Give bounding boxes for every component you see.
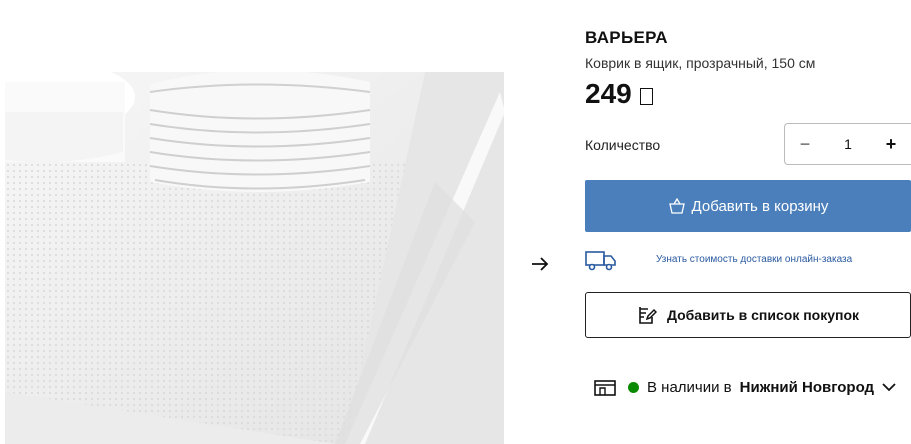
arrow-right-icon xyxy=(532,257,549,271)
stock-city: Нижний Новгород xyxy=(739,378,875,396)
quantity-label: Количество xyxy=(585,137,661,153)
next-image-arrow[interactable] xyxy=(528,252,552,276)
add-to-cart-label: Добавить в корзину xyxy=(691,197,829,215)
add-to-cart-button[interactable]: Добавить в корзину xyxy=(585,180,911,232)
product-image xyxy=(5,72,504,444)
product-price: 249 xyxy=(585,78,653,110)
quantity-stepper: − 1 + xyxy=(784,123,911,165)
add-to-list-label: Добавить в список покупок xyxy=(666,307,860,323)
quantity-increase-button[interactable]: + xyxy=(871,124,911,164)
quantity-decrease-button[interactable]: − xyxy=(785,124,825,164)
edit-list-icon xyxy=(639,307,657,324)
store-icon xyxy=(594,380,616,396)
stock-availability[interactable]: В наличии в Нижний Новгород xyxy=(594,378,896,396)
price-value: 249 xyxy=(585,78,632,109)
bag-icon xyxy=(668,198,685,214)
currency-icon xyxy=(639,87,653,105)
chevron-down-icon[interactable] xyxy=(882,382,896,392)
add-to-shopping-list-button[interactable]: Добавить в список покупок xyxy=(585,292,911,338)
stock-status-dot xyxy=(628,381,639,393)
quantity-value[interactable]: 1 xyxy=(825,136,871,152)
product-description: Коврик в ящик, прозрачный, 150 см xyxy=(585,55,816,71)
truck-icon xyxy=(585,249,617,276)
stock-prefix: В наличии в xyxy=(647,378,732,396)
product-name: ВАРЬЕРА xyxy=(585,28,668,47)
delivery-cost-link[interactable]: Узнать стоимость доставки онлайн-заказа xyxy=(656,254,852,265)
